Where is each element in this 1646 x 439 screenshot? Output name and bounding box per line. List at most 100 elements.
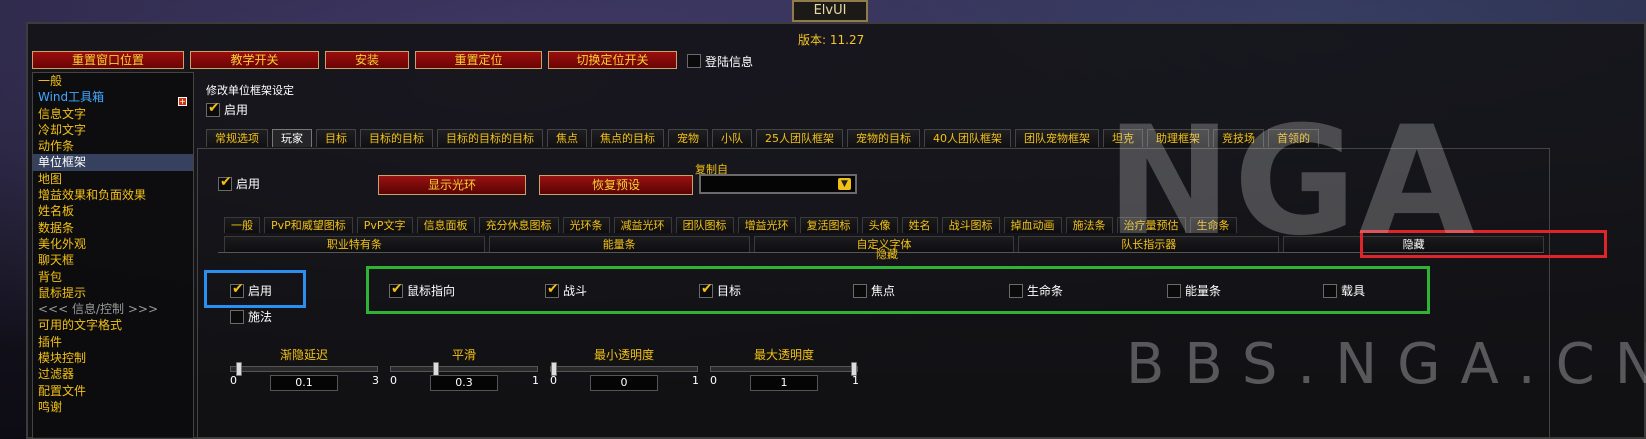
unit-tab[interactable]: 宠物的目标 [847, 129, 920, 147]
element-tab[interactable]: PvP和威望图标 [264, 217, 353, 233]
sidebar-item[interactable]: 信息文字 [33, 106, 193, 122]
hide-group-title: 隐藏 [876, 248, 898, 261]
unit-tab[interactable]: 目标的目标的目标 [437, 129, 543, 147]
unit-tab[interactable]: 宠物 [668, 129, 708, 147]
slider-max: 1 [692, 374, 699, 387]
player-enable-checkbox[interactable] [218, 174, 232, 191]
element-tab[interactable]: 姓名 [901, 217, 938, 233]
login-message-toggle[interactable]: 登陆信息 [687, 51, 753, 70]
install-button[interactable]: 安装 [325, 51, 409, 69]
unit-tab[interactable]: 目标的目标 [360, 129, 433, 147]
tutorial-toggle-button[interactable]: 教学开关 [190, 51, 319, 69]
sidebar-item[interactable]: 冷却文字 [33, 122, 193, 138]
slider-max: 3 [372, 374, 379, 387]
sidebar-item[interactable]: 插件 [33, 334, 193, 350]
slider-min: 0 [390, 374, 397, 387]
slider-min: 0 [710, 374, 717, 387]
unitframes-enable-checkbox[interactable] [206, 100, 220, 117]
hide-cast-checkbox[interactable] [230, 309, 244, 324]
slider-thumb[interactable] [433, 362, 439, 376]
sidebar-item[interactable]: 姓名板 [33, 203, 193, 219]
sidebar-item[interactable]: 模块控制 [33, 350, 193, 366]
unit-tab[interactable]: 玩家 [272, 129, 312, 147]
reset-window-position-button[interactable]: 重置窗口位置 [32, 51, 184, 69]
sidebar-item[interactable]: Wind工具箱 [33, 89, 193, 105]
element-tab[interactable]: PvP文字 [356, 217, 413, 233]
login-message-label: 登陆信息 [705, 54, 754, 69]
slider-label: 最大透明度 [753, 348, 814, 362]
slider-min: 0 [230, 374, 237, 387]
slider-value-input[interactable]: 1 [750, 375, 818, 391]
element-tab[interactable]: 掉血动画 [1003, 217, 1062, 233]
unit-tab[interactable]: 25人团队框架 [756, 129, 843, 147]
sidebar-item[interactable]: 鼠标提示 [33, 285, 193, 301]
unit-tab[interactable]: 团队宠物框架 [1015, 129, 1099, 147]
sidebar-item[interactable]: 配置文件 [33, 383, 193, 399]
toggle-anchors-button[interactable]: 切换定位开关 [548, 51, 677, 69]
restore-defaults-button[interactable]: 恢复预设 [539, 175, 693, 195]
annotation-blue-highlight [204, 270, 306, 308]
annotation-green-highlight [366, 266, 1430, 314]
nga-watermark-url: BBS.NGA.CN [1126, 332, 1646, 397]
sidebar-item[interactable]: 过滤器 [33, 366, 193, 382]
element-tab[interactable]: 增益光环 [737, 217, 796, 233]
unit-tab[interactable]: 目标 [316, 129, 356, 147]
element-tab[interactable]: 头像 [861, 217, 898, 233]
window-title: ElvUI [792, 0, 868, 22]
slider-track[interactable] [230, 362, 378, 376]
version-label-text: 版本: [798, 33, 827, 47]
sidebar-item[interactable]: 背包 [33, 269, 193, 285]
sidebar-item[interactable]: 可用的文字格式 [33, 317, 193, 333]
element-tab[interactable]: 充分休息图标 [478, 217, 559, 233]
hide-cast-label: 施法 [248, 310, 273, 324]
slider-label: 平滑 [451, 348, 476, 362]
show-aura-button[interactable]: 显示光环 [378, 175, 526, 195]
unit-tab[interactable]: 焦点的目标 [591, 129, 664, 147]
element-tab[interactable]: 减益光环 [613, 217, 672, 233]
sidebar-item[interactable]: 一般 [33, 73, 193, 89]
player-enable-toggle[interactable]: 启用 [218, 174, 261, 192]
sidebar-item[interactable]: 数据条 [33, 220, 193, 236]
slider-value-input[interactable]: 0 [590, 375, 658, 391]
sidebar-item[interactable]: 动作条 [33, 138, 193, 154]
sidebar-item[interactable]: 聊天框 [33, 252, 193, 268]
sidebar-item[interactable]: 鸣谢 [33, 399, 193, 415]
slider-value-input[interactable]: 0.1 [270, 375, 338, 391]
sidebar: 一般 Wind工具箱 信息文字 冷却文字 动作条 单位框架 地图 增益效果和负面效果 姓名板 数据… [32, 72, 194, 439]
slider-track[interactable] [390, 362, 538, 376]
unit-tab[interactable]: 40人团队框架 [924, 129, 1011, 147]
sidebar-item[interactable]: 增益效果和负面效果 [33, 187, 193, 203]
sidebar-item[interactable]: <<< 信息/控制 >>> [33, 301, 193, 317]
chevron-down-icon[interactable]: ▼ [838, 178, 851, 190]
copy-from-dropdown[interactable]: ▼ [699, 174, 857, 194]
version-label: 版本: 11.27 [798, 31, 864, 48]
element-tab[interactable]: 能量条 [488, 236, 750, 252]
slider-max: 1 [532, 374, 539, 387]
sidebar-item[interactable]: 美化外观 [33, 236, 193, 252]
slider-max: 1 [852, 374, 859, 387]
sidebar-item[interactable]: 单位框架 [33, 154, 193, 171]
element-tab[interactable]: 团队图标 [675, 217, 734, 233]
slider-track[interactable] [710, 362, 858, 376]
slider-track[interactable] [550, 362, 698, 376]
top-button-bar: 重置窗口位置 教学开关 安装 重置定位 切换定位开关 登陆信息 [32, 51, 753, 69]
panel-title: 修改单位框架设定 [206, 84, 294, 97]
element-tab[interactable]: 信息面板 [416, 217, 475, 233]
login-message-checkbox[interactable] [687, 54, 701, 68]
reset-anchors-button[interactable]: 重置定位 [415, 51, 542, 69]
nga-watermark-logo: NGA [1106, 95, 1477, 269]
version-value: 11.27 [829, 33, 865, 47]
unit-tab[interactable]: 常规选项 [206, 129, 268, 147]
element-tab[interactable]: 职业特有条 [224, 236, 485, 252]
unit-tab[interactable]: 焦点 [547, 129, 587, 147]
unitframes-enable-toggle[interactable]: 启用 [206, 100, 248, 118]
element-tab[interactable]: 复活图标 [799, 217, 858, 233]
element-tab[interactable]: 一般 [224, 217, 260, 233]
player-enable-label: 启用 [236, 177, 261, 191]
sidebar-item[interactable]: 地图 [33, 171, 193, 187]
unit-tab[interactable]: 小队 [712, 129, 752, 147]
hide-cast-toggle[interactable]: 施法 [230, 308, 272, 325]
element-tab[interactable]: 光环条 [562, 217, 610, 233]
slider-value-input[interactable]: 0.3 [430, 375, 498, 391]
element-tab[interactable]: 战斗图标 [941, 217, 1000, 233]
